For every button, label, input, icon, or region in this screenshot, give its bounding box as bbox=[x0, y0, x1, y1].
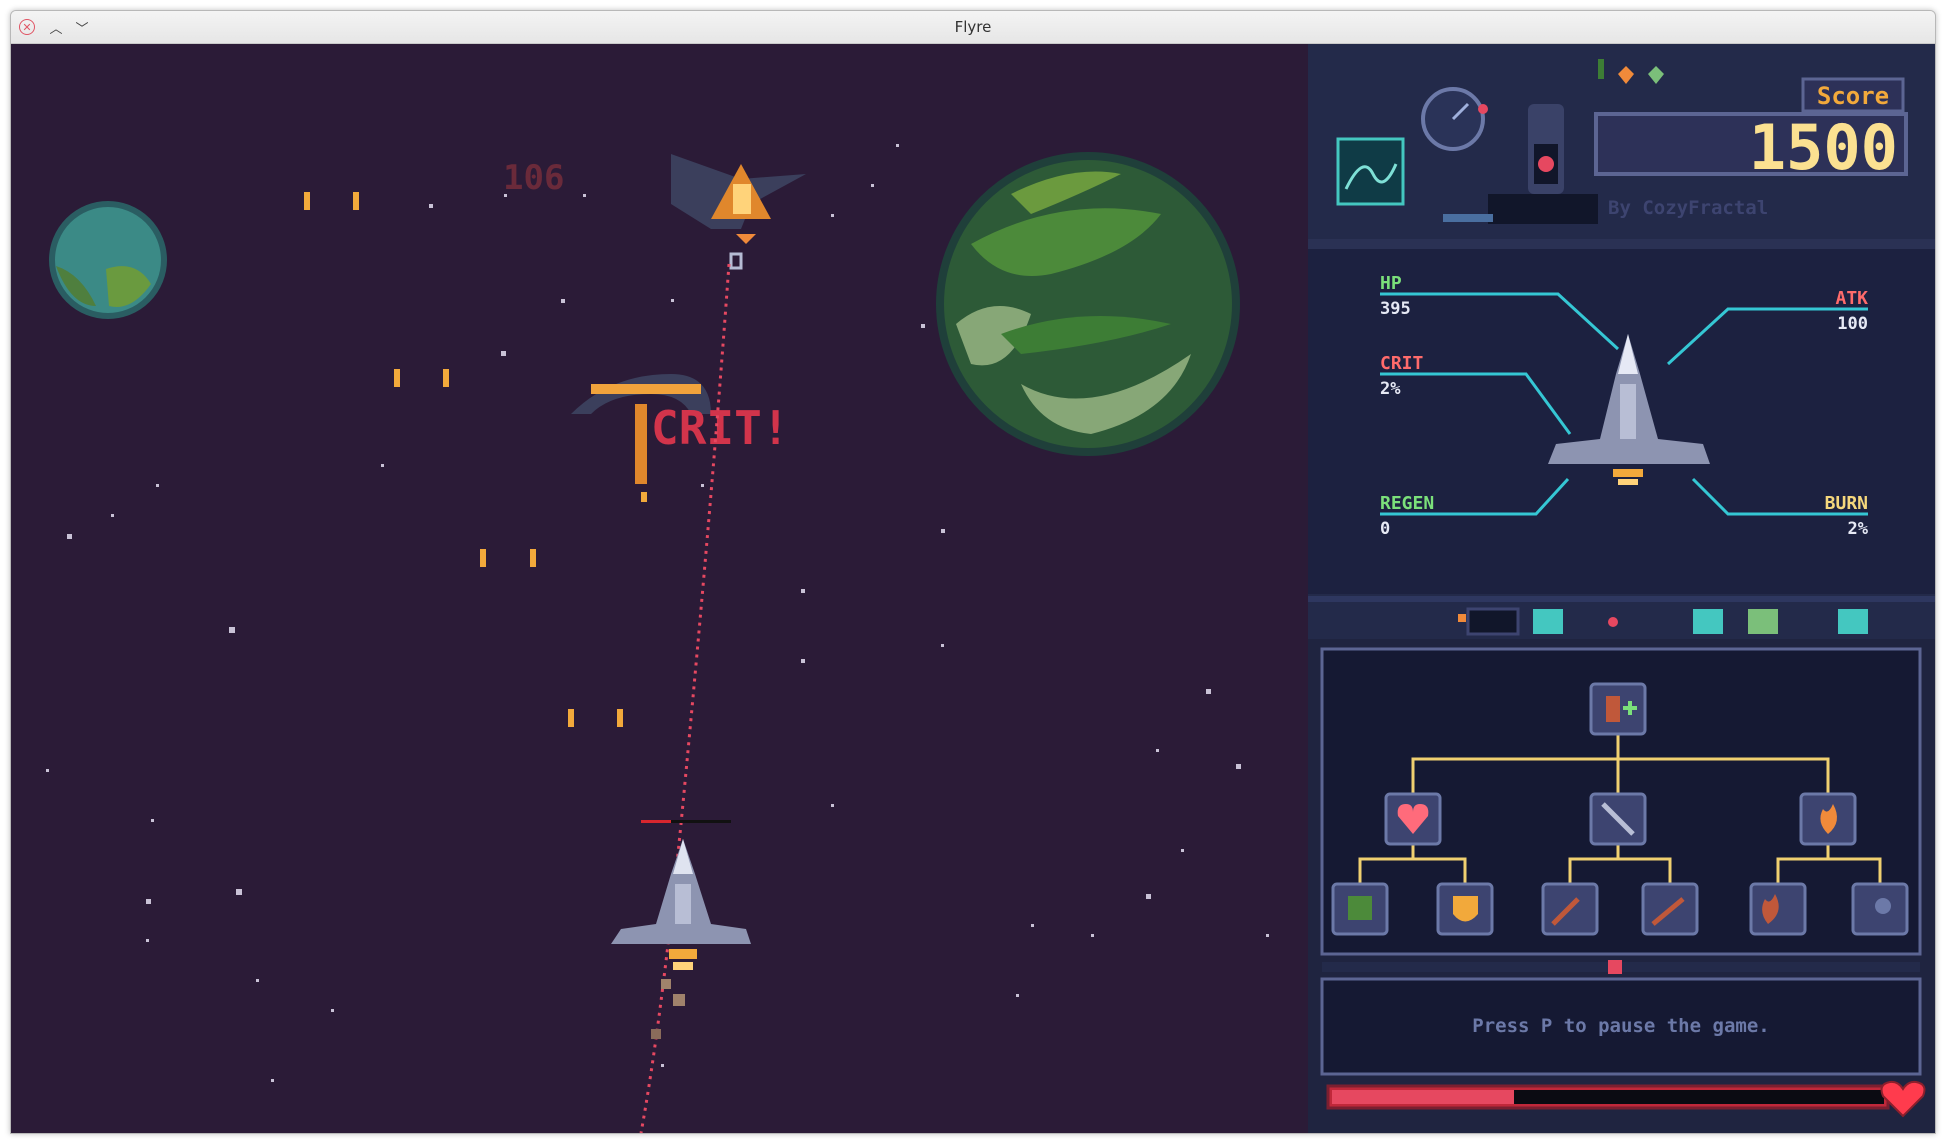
planet-large bbox=[936, 152, 1240, 456]
score-label: Score bbox=[1817, 82, 1889, 110]
hud-panel: Score 1500 By CozyFractal HP 395 ATK 100… bbox=[1308, 44, 1935, 1133]
stat-hp-label: HP bbox=[1380, 273, 1402, 294]
stat-regen-value: 0 bbox=[1380, 519, 1390, 539]
score-value: 1500 bbox=[1749, 111, 1898, 184]
enemy-ship-top bbox=[671, 154, 806, 270]
stat-atk-value: 100 bbox=[1837, 314, 1868, 334]
planet-small bbox=[49, 201, 167, 319]
player-ship bbox=[611, 839, 751, 1039]
stat-regen-label: REGEN bbox=[1380, 493, 1434, 514]
stat-burn-value: 2% bbox=[1848, 519, 1869, 539]
message-text: Press P to pause the game. bbox=[1472, 1015, 1769, 1037]
stat-crit-label: CRIT bbox=[1380, 353, 1424, 374]
game-field[interactable]: 106 CRIT! bbox=[11, 44, 1308, 1133]
stat-burn-label: BURN bbox=[1825, 493, 1868, 514]
title-bar: ✕ ︿ ﹀ Flyre bbox=[11, 11, 1935, 44]
stat-hp-value: 395 bbox=[1380, 299, 1411, 319]
window-title: Flyre bbox=[954, 18, 992, 36]
enemy-bullets bbox=[304, 192, 623, 727]
heart-icon bbox=[1880, 1080, 1926, 1118]
game-canvas: 106 CRIT! bbox=[46, 144, 1269, 1133]
credit-text: By CozyFractal bbox=[1608, 197, 1768, 219]
stat-crit-value: 2% bbox=[1380, 379, 1401, 399]
hud-canvas: Score 1500 By CozyFractal HP 395 ATK 100… bbox=[1308, 44, 1935, 1118]
crit-text: CRIT! bbox=[651, 401, 789, 455]
health-bar-fill bbox=[1332, 1090, 1514, 1104]
app-window: ✕ ︿ ﹀ Flyre 106 CRIT! Score 1500 By Cozy… bbox=[10, 10, 1936, 1134]
player-mini-health bbox=[641, 820, 671, 823]
stat-atk-label: ATK bbox=[1835, 288, 1868, 309]
damage-number: 106 bbox=[503, 158, 564, 198]
